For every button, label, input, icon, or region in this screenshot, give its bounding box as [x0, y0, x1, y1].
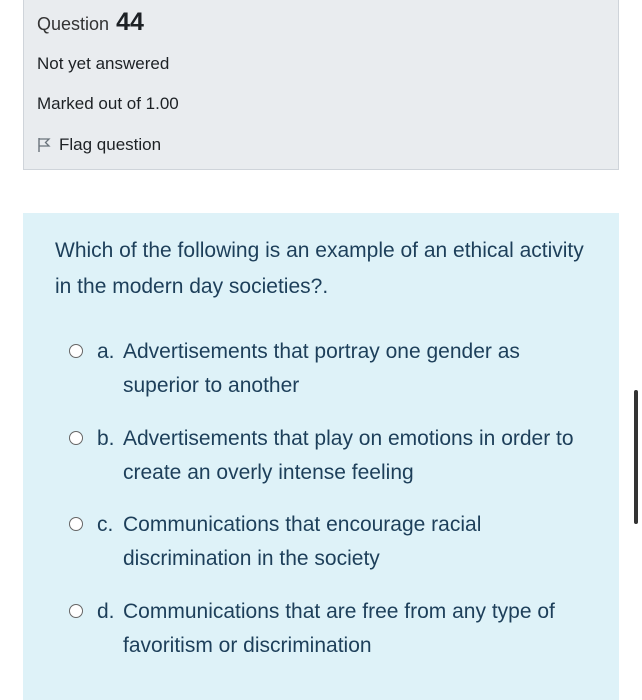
question-text: Which of the following is an example of … [55, 239, 584, 298]
question-status: Not yet answered [37, 54, 170, 73]
flag-question-label: Flag question [59, 135, 162, 154]
answer-option-a[interactable]: a. Advertisements that portray one gende… [69, 335, 593, 403]
answer-letter: b. [97, 427, 115, 450]
answer-option-c[interactable]: c. Communications that encourage racial … [69, 508, 593, 576]
answer-letter: a. [97, 340, 115, 363]
radio-button[interactable] [69, 604, 83, 618]
radio-button[interactable] [69, 517, 83, 531]
answer-letter: d. [97, 600, 115, 623]
answer-option-d[interactable]: d. Communications that are free from any… [69, 595, 593, 663]
question-grade: Marked out of 1.00 [37, 94, 179, 113]
answer-text: Communications that encourage racial dis… [123, 513, 482, 570]
flag-question-link[interactable]: Flag question [37, 135, 161, 155]
quiz-page: Question 44 Not yet answered Marked out … [0, 0, 642, 700]
answer-label[interactable]: a. Advertisements that portray one gende… [97, 335, 593, 403]
answer-label[interactable]: d. Communications that are free from any… [97, 595, 593, 663]
flag-icon [38, 138, 51, 152]
scrollbar[interactable] [634, 390, 638, 524]
answer-letter: c. [97, 513, 114, 536]
answer-label[interactable]: c. Communications that encourage racial … [97, 508, 593, 576]
answer-option-b[interactable]: b. Advertisements that play on emotions … [69, 422, 593, 490]
answer-text: Advertisements that play on emotions in … [123, 427, 574, 484]
radio-button[interactable] [69, 431, 83, 445]
radio-button[interactable] [69, 344, 83, 358]
question-title: Question 44 [37, 8, 144, 37]
answer-text: Communications that are free from any ty… [123, 600, 555, 657]
answer-label[interactable]: b. Advertisements that play on emotions … [97, 422, 593, 490]
question-number: 44 [116, 8, 144, 36]
question-info-panel: Question 44 Not yet answered Marked out … [23, 0, 619, 170]
question-label: Question [37, 14, 110, 34]
question-content-panel: Which of the following is an example of … [23, 213, 619, 700]
answer-text: Advertisements that portray one gender a… [123, 340, 520, 397]
